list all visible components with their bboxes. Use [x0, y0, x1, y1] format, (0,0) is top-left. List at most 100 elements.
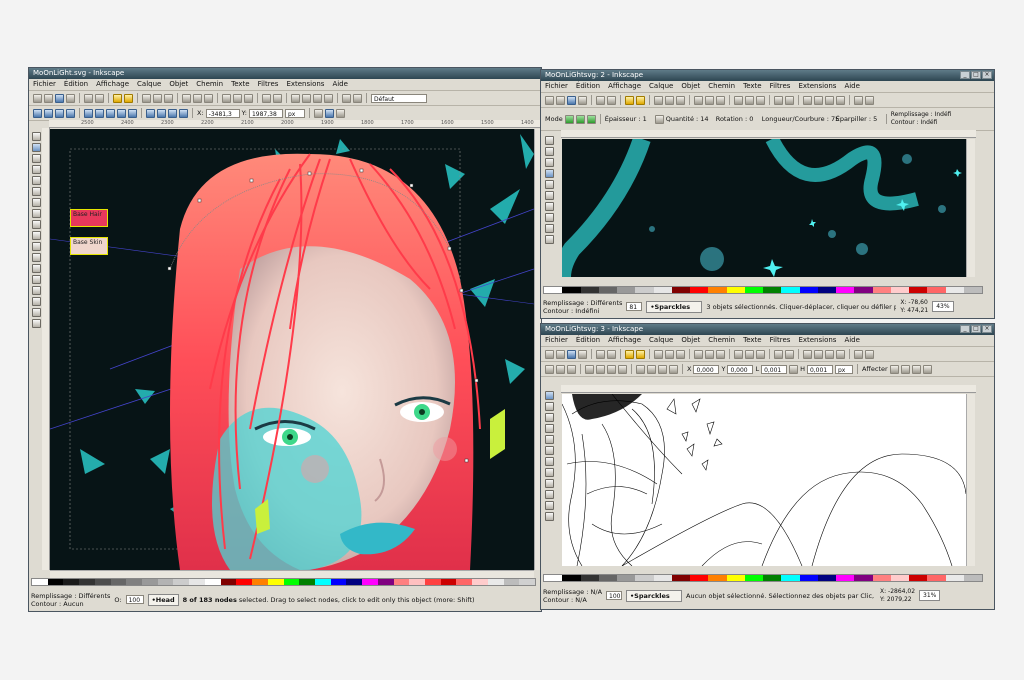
- horizontal-ruler[interactable]: [561, 130, 976, 138]
- menu-aide[interactable]: Aide: [844, 81, 859, 92]
- drawing-canvas[interactable]: Base Hair Base Skin: [50, 129, 534, 570]
- ungroup-icon[interactable]: [785, 95, 794, 105]
- color-palette[interactable]: [31, 578, 536, 586]
- unit-select[interactable]: px: [834, 364, 853, 374]
- text-font-icon[interactable]: [814, 95, 823, 105]
- calligraphy-tool-icon[interactable]: [31, 253, 41, 262]
- zoom-tool-icon[interactable]: [544, 180, 554, 189]
- unit-select[interactable]: px: [284, 108, 305, 118]
- horizontal-scrollbar[interactable]: [50, 570, 534, 578]
- insert-node-icon[interactable]: [33, 108, 42, 118]
- menu-extensions[interactable]: Extensions: [798, 81, 836, 92]
- menu-objet[interactable]: Objet: [681, 81, 700, 92]
- scatter-label[interactable]: Éparpiller : 5: [836, 115, 882, 123]
- minimize-icon[interactable]: _: [960, 325, 970, 333]
- clone-icon[interactable]: [233, 93, 242, 103]
- transform-patterns-icon[interactable]: [922, 364, 932, 374]
- length-curvature-label[interactable]: Longueur/Courbure : 75: [762, 115, 840, 123]
- stroke-to-path-icon[interactable]: [179, 108, 188, 118]
- ellipse-tool-icon[interactable]: [544, 213, 554, 222]
- menu-edition[interactable]: Édition: [64, 79, 88, 90]
- copy-icon[interactable]: [142, 93, 151, 103]
- current-layer[interactable]: •Sparckles: [626, 589, 683, 602]
- import-icon[interactable]: [596, 95, 605, 105]
- text-tool-icon[interactable]: [31, 286, 41, 295]
- clone-icon[interactable]: [745, 95, 754, 105]
- new-icon[interactable]: [33, 93, 42, 103]
- pencil-tool-icon[interactable]: [544, 501, 554, 510]
- duplicate-icon[interactable]: [222, 93, 231, 103]
- minimize-icon[interactable]: _: [960, 71, 970, 79]
- vertical-scrollbar[interactable]: [966, 139, 975, 277]
- redo-icon[interactable]: [636, 95, 645, 105]
- document-props-icon[interactable]: [353, 93, 362, 103]
- save-icon[interactable]: [55, 93, 64, 103]
- eraser-tool-icon[interactable]: [31, 264, 41, 273]
- base-skin-swatch[interactable]: Base Skin: [70, 237, 108, 255]
- tweak-tool-icon[interactable]: [544, 413, 554, 422]
- zoom-selection-icon[interactable]: [182, 93, 191, 103]
- undo-icon[interactable]: [625, 95, 634, 105]
- y-coordinate-input[interactable]: 1987,38: [248, 108, 283, 118]
- scale-corners-icon[interactable]: [900, 364, 910, 374]
- delete-node-icon[interactable]: [44, 108, 53, 118]
- menu-aide[interactable]: Aide: [332, 79, 347, 90]
- style-select[interactable]: Défaut: [371, 93, 427, 103]
- selector-tool-icon[interactable]: [544, 391, 554, 400]
- fill-stroke-indicator[interactable]: Remplissage : Différents Contour : Indéf…: [543, 299, 622, 315]
- menu-affichage[interactable]: Affichage: [608, 81, 641, 92]
- ungroup-icon[interactable]: [273, 93, 282, 103]
- zoom-page-icon[interactable]: [716, 95, 725, 105]
- open-icon[interactable]: [556, 349, 565, 359]
- group-icon[interactable]: [262, 93, 271, 103]
- node-tool-icon[interactable]: [544, 147, 554, 156]
- apply-label[interactable]: Affecter: [862, 365, 888, 373]
- quantity-label[interactable]: Quantité : 14: [666, 115, 714, 123]
- unlink-clone-icon[interactable]: [244, 93, 253, 103]
- undo-icon[interactable]: [625, 349, 634, 359]
- import-icon[interactable]: [84, 93, 93, 103]
- cut-icon[interactable]: [665, 349, 674, 359]
- menu-extensions[interactable]: Extensions: [798, 335, 836, 346]
- symmetric-node-icon[interactable]: [128, 108, 137, 118]
- tweak-tool-icon[interactable]: [544, 158, 554, 167]
- spiral-tool-icon[interactable]: [544, 490, 554, 499]
- text-font-icon[interactable]: [302, 93, 311, 103]
- zoom-tool-icon[interactable]: [31, 165, 41, 174]
- paste-icon[interactable]: [164, 93, 173, 103]
- transform-gradients-icon[interactable]: [911, 364, 921, 374]
- menu-texte[interactable]: Texte: [743, 81, 761, 92]
- text-font-icon[interactable]: [814, 349, 823, 359]
- dropper-tool-icon[interactable]: [31, 319, 41, 328]
- vertical-ruler[interactable]: [42, 128, 50, 570]
- zoom-tool-icon[interactable]: [544, 435, 554, 444]
- menu-calque[interactable]: Calque: [137, 79, 161, 90]
- open-icon[interactable]: [556, 95, 565, 105]
- menu-chemin[interactable]: Chemin: [196, 79, 223, 90]
- fill-stroke-indicator[interactable]: Remplissage : Différents Contour : Aucun: [31, 592, 110, 608]
- smooth-node-icon[interactable]: [117, 108, 126, 118]
- copy-icon[interactable]: [654, 349, 663, 359]
- delete-segment-icon[interactable]: [95, 108, 104, 118]
- copy-icon[interactable]: [654, 95, 663, 105]
- xml-editor-icon[interactable]: [313, 93, 322, 103]
- x-input[interactable]: 0,000: [693, 364, 720, 374]
- deselect-icon[interactable]: [567, 364, 576, 374]
- maximize-icon[interactable]: □: [971, 71, 981, 79]
- object-to-path-icon[interactable]: [168, 108, 177, 118]
- unlink-clone-icon[interactable]: [756, 349, 765, 359]
- preferences-icon[interactable]: [854, 95, 863, 105]
- menu-aide[interactable]: Aide: [844, 335, 859, 346]
- rotate-cw-icon[interactable]: [596, 364, 605, 374]
- base-hair-swatch[interactable]: Base Hair: [70, 209, 108, 227]
- join-nodes-icon[interactable]: [55, 108, 64, 118]
- menu-texte[interactable]: Texte: [231, 79, 249, 90]
- lower-bottom-icon[interactable]: [669, 364, 678, 374]
- zoom-drawing-icon[interactable]: [705, 95, 714, 105]
- menu-filtres[interactable]: Filtres: [770, 81, 791, 92]
- lower-icon[interactable]: [658, 364, 667, 374]
- menu-calque[interactable]: Calque: [649, 335, 673, 346]
- menu-affichage[interactable]: Affichage: [608, 335, 641, 346]
- menu-objet[interactable]: Objet: [169, 79, 188, 90]
- save-icon[interactable]: [567, 95, 576, 105]
